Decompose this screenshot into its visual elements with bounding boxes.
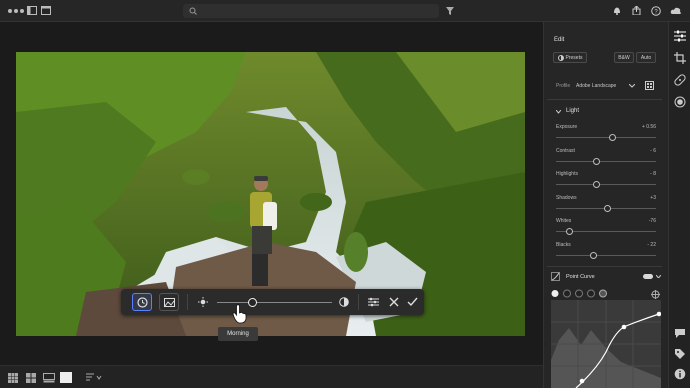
profile-select[interactable]: Adobe Landscape bbox=[576, 83, 616, 89]
search-input[interactable] bbox=[183, 4, 439, 18]
curve-toggle[interactable] bbox=[643, 274, 653, 279]
divider bbox=[187, 294, 188, 310]
comment-icon[interactable] bbox=[674, 328, 686, 339]
cloud-icon[interactable] bbox=[670, 6, 682, 15]
slider-label: Contrast bbox=[556, 147, 575, 154]
chevron-down-icon[interactable] bbox=[629, 84, 635, 88]
slider-label: Highlights bbox=[556, 171, 578, 177]
grid-view-icon[interactable] bbox=[8, 373, 18, 383]
bottom-bar bbox=[0, 365, 543, 388]
curve-plot bbox=[551, 300, 661, 388]
slider-value[interactable]: + 0.56 bbox=[600, 124, 656, 130]
tool-rail bbox=[668, 22, 690, 388]
filmstrip-icon[interactable] bbox=[43, 373, 55, 383]
confirm-icon[interactable] bbox=[407, 297, 418, 307]
slider-label: Whites bbox=[556, 218, 572, 224]
notifications-icon[interactable] bbox=[613, 6, 621, 15]
divider bbox=[547, 266, 662, 267]
chevron-down-icon[interactable] bbox=[556, 110, 561, 114]
masking-icon[interactable] bbox=[674, 96, 686, 108]
slider-knob[interactable] bbox=[589, 251, 597, 259]
quick-edit-toolbar bbox=[121, 289, 424, 315]
cancel-icon[interactable] bbox=[389, 297, 399, 307]
sidebar-toggle-icon[interactable] bbox=[27, 6, 37, 15]
search-icon bbox=[189, 7, 197, 15]
app-menu-icon[interactable] bbox=[8, 8, 24, 14]
slider-value[interactable]: -76 bbox=[600, 218, 656, 224]
crop-icon[interactable] bbox=[674, 52, 686, 64]
slider-value[interactable]: +3 bbox=[600, 195, 656, 201]
tooltip: Morning bbox=[218, 327, 258, 341]
auto-button[interactable]: Auto bbox=[636, 52, 656, 63]
point-curve-title: Point Curve bbox=[566, 274, 595, 280]
filter-icon[interactable] bbox=[446, 7, 454, 15]
presets-icon bbox=[557, 54, 564, 61]
time-slider-knob[interactable] bbox=[248, 298, 258, 307]
edit-sliders-icon[interactable] bbox=[674, 30, 686, 42]
slider-label: Exposure bbox=[556, 124, 578, 130]
sort-icon[interactable] bbox=[86, 373, 102, 382]
slider-knob[interactable] bbox=[592, 181, 600, 188]
presets-label: Presets bbox=[565, 54, 583, 61]
profile-label: Profile bbox=[556, 83, 571, 89]
slider-knob[interactable] bbox=[565, 228, 573, 235]
image-icon bbox=[164, 298, 175, 307]
slider-track[interactable] bbox=[556, 204, 656, 212]
slider-knob[interactable] bbox=[592, 157, 600, 165]
slider-track[interactable] bbox=[556, 157, 656, 165]
single-view-icon[interactable] bbox=[60, 372, 72, 383]
time-slider[interactable] bbox=[217, 298, 332, 307]
divider bbox=[547, 99, 662, 100]
curve-icon bbox=[551, 272, 560, 281]
point-curve-graph[interactable] bbox=[551, 300, 661, 388]
slider-value[interactable]: - 8 bbox=[600, 171, 656, 177]
top-bar: ? bbox=[0, 0, 690, 22]
square-grid-icon[interactable] bbox=[26, 373, 36, 383]
slider-track[interactable] bbox=[556, 251, 656, 259]
slider-value[interactable]: - 22 bbox=[600, 242, 656, 248]
slider-track[interactable] bbox=[556, 228, 656, 235]
divider bbox=[358, 294, 359, 310]
time-tool-button[interactable] bbox=[132, 293, 152, 311]
healing-icon[interactable] bbox=[674, 74, 686, 86]
hand-cursor-icon bbox=[232, 304, 247, 324]
profile-browser-icon[interactable] bbox=[645, 81, 654, 90]
slider-label: Shadows bbox=[556, 194, 577, 201]
slider-label: Blacks bbox=[556, 241, 571, 248]
photo-tool-button[interactable] bbox=[159, 293, 179, 311]
chevron-down-icon[interactable] bbox=[656, 275, 661, 278]
window-icon[interactable] bbox=[41, 6, 51, 15]
help-icon[interactable]: ? bbox=[651, 6, 661, 16]
contrast-icon bbox=[339, 297, 349, 307]
bw-button[interactable]: B&W bbox=[614, 52, 634, 63]
share-icon[interactable] bbox=[632, 6, 641, 15]
info-icon[interactable] bbox=[674, 368, 686, 380]
adjustments-icon[interactable] bbox=[368, 297, 379, 307]
curve-channel-icons[interactable] bbox=[551, 289, 607, 298]
sun-icon bbox=[198, 297, 208, 307]
light-section-title[interactable]: Light bbox=[566, 108, 579, 114]
panel-title: Edit bbox=[554, 37, 565, 43]
slider-value[interactable]: - 6 bbox=[600, 148, 656, 154]
tag-icon[interactable] bbox=[674, 348, 686, 359]
slider-track[interactable] bbox=[556, 134, 656, 141]
presets-button[interactable]: Presets bbox=[553, 52, 587, 63]
slider-track[interactable] bbox=[556, 181, 656, 188]
target-adjust-icon[interactable] bbox=[651, 290, 660, 299]
slider-knob[interactable] bbox=[608, 134, 616, 141]
clock-icon bbox=[137, 297, 148, 308]
slider-knob[interactable] bbox=[603, 204, 611, 212]
